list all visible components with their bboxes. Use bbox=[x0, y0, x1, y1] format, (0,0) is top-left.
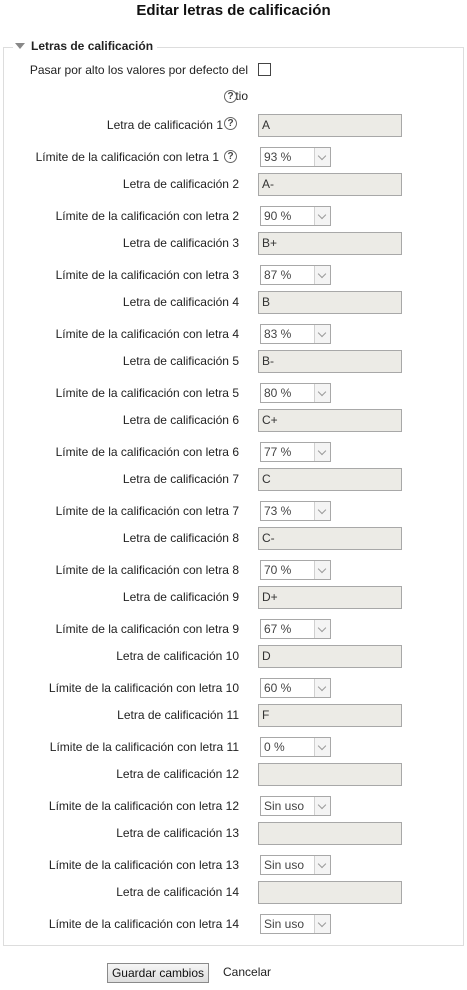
letter-label: Letra de calificación 9 bbox=[122, 590, 239, 604]
boundary-select[interactable]: 90 % bbox=[260, 206, 331, 226]
boundary-select-value: Sin uso bbox=[264, 799, 305, 813]
boundary-select[interactable]: 87 % bbox=[260, 265, 331, 285]
chevron-down-icon[interactable] bbox=[314, 443, 330, 461]
boundary-label: Límite de la calificación con letra 14 bbox=[48, 917, 239, 931]
letter-label: Letra de calificación 2 bbox=[122, 177, 239, 191]
chevron-down-icon[interactable] bbox=[314, 207, 330, 225]
boundary-select[interactable]: 73 % bbox=[260, 501, 331, 521]
letter-input[interactable]: D+ bbox=[258, 586, 402, 609]
boundary-select-value: Sin uso bbox=[264, 858, 305, 872]
boundary-label: Límite de la calificación con letra 8 bbox=[55, 563, 239, 577]
save-changes-button[interactable]: Guardar cambios bbox=[107, 963, 209, 983]
help-icon[interactable]: ? bbox=[224, 90, 237, 103]
help-icon[interactable]: ? bbox=[224, 117, 237, 130]
boundary-select-value: 83 % bbox=[264, 327, 292, 341]
boundary-select-value: 87 % bbox=[264, 268, 292, 282]
chevron-down-icon[interactable] bbox=[314, 384, 330, 402]
boundary-select-value: 93 % bbox=[264, 150, 292, 164]
boundary-select-value: 90 % bbox=[264, 209, 292, 223]
boundary-label: Límite de la calificación con letra 6 bbox=[55, 445, 239, 459]
chevron-down-icon[interactable] bbox=[314, 738, 330, 756]
chevron-down-icon[interactable] bbox=[314, 856, 330, 874]
letter-label: Letra de calificación 10 bbox=[116, 649, 239, 663]
letter-input[interactable]: B- bbox=[258, 350, 402, 373]
boundary-select-value: 60 % bbox=[264, 681, 292, 695]
boundary-select[interactable]: 83 % bbox=[260, 324, 331, 344]
chevron-down-icon[interactable] bbox=[314, 148, 330, 166]
letter-label: Letra de calificación 1 bbox=[106, 118, 223, 132]
letter-input[interactable]: C+ bbox=[258, 409, 402, 432]
boundary-select[interactable]: 67 % bbox=[260, 619, 331, 639]
boundary-label: Límite de la calificación con letra 4 bbox=[55, 327, 239, 341]
boundary-label: Límite de la calificación con letra 1 bbox=[35, 150, 219, 164]
boundary-select[interactable]: 70 % bbox=[260, 560, 331, 580]
boundary-select-value: 80 % bbox=[264, 386, 292, 400]
letter-label: Letra de calificación 7 bbox=[122, 472, 239, 486]
boundary-select-value: 73 % bbox=[264, 504, 292, 518]
chevron-down-icon[interactable] bbox=[314, 797, 330, 815]
letter-label: Letra de calificación 12 bbox=[116, 767, 239, 781]
boundary-label: Límite de la calificación con letra 12 bbox=[48, 799, 239, 813]
letter-input[interactable]: F bbox=[258, 704, 402, 727]
boundary-label: Límite de la calificación con letra 10 bbox=[48, 681, 239, 695]
boundary-label: Límite de la calificación con letra 13 bbox=[48, 858, 239, 872]
letter-input[interactable]: B bbox=[258, 291, 402, 314]
boundary-label: Límite de la calificación con letra 5 bbox=[55, 386, 239, 400]
letter-label: Letra de calificación 8 bbox=[122, 531, 239, 545]
letter-input[interactable]: B+ bbox=[258, 232, 402, 255]
override-label-line1: Pasar por alto los valores por defecto d… bbox=[29, 63, 248, 77]
page-title: Editar letras de calificación bbox=[136, 2, 331, 19]
letter-input[interactable]: C bbox=[258, 468, 402, 491]
letter-input[interactable]: D bbox=[258, 645, 402, 668]
boundary-select[interactable]: 60 % bbox=[260, 678, 331, 698]
letter-label: Letra de calificación 14 bbox=[116, 885, 239, 899]
override-checkbox[interactable] bbox=[258, 63, 271, 76]
letter-input[interactable]: A- bbox=[258, 173, 402, 196]
letter-input[interactable] bbox=[258, 822, 402, 845]
help-icon[interactable]: ? bbox=[224, 150, 237, 163]
chevron-down-icon[interactable] bbox=[314, 620, 330, 638]
letter-label: Letra de calificación 6 bbox=[122, 413, 239, 427]
letter-label: Letra de calificación 5 bbox=[122, 354, 239, 368]
boundary-select[interactable]: Sin uso bbox=[260, 914, 331, 934]
chevron-down-icon[interactable] bbox=[314, 561, 330, 579]
letter-label: Letra de calificación 11 bbox=[117, 708, 239, 722]
boundary-select[interactable]: Sin uso bbox=[260, 796, 331, 816]
boundary-select-value: 70 % bbox=[264, 563, 292, 577]
collapse-triangle-icon[interactable] bbox=[15, 43, 25, 49]
section-legend-label: Letras de calificación bbox=[31, 39, 154, 53]
boundary-select[interactable]: 77 % bbox=[260, 442, 331, 462]
letter-input[interactable]: C- bbox=[258, 527, 402, 550]
letter-input[interactable]: A bbox=[258, 114, 402, 137]
boundary-select-value: 77 % bbox=[264, 445, 292, 459]
boundary-select[interactable]: 80 % bbox=[260, 383, 331, 403]
letter-input[interactable] bbox=[258, 763, 402, 786]
boundary-label: Límite de la calificación con letra 2 bbox=[55, 209, 239, 223]
boundary-select-value: 67 % bbox=[264, 622, 292, 636]
boundary-label: Límite de la calificación con letra 7 bbox=[55, 504, 239, 518]
letter-label: Letra de calificación 13 bbox=[116, 826, 239, 840]
boundary-select[interactable]: 0 % bbox=[260, 737, 331, 757]
chevron-down-icon[interactable] bbox=[314, 266, 330, 284]
boundary-select-value: 0 % bbox=[264, 740, 285, 754]
boundary-select-value: Sin uso bbox=[264, 917, 305, 931]
boundary-select[interactable]: Sin uso bbox=[260, 855, 331, 875]
section-legend[interactable]: Letras de calificación bbox=[13, 39, 158, 53]
letter-input[interactable] bbox=[258, 881, 402, 904]
letter-label: Letra de calificación 4 bbox=[122, 295, 239, 309]
override-label: Pasar por alto los valores por defecto d… bbox=[10, 57, 248, 109]
boundary-label: Límite de la calificación con letra 11 bbox=[49, 740, 239, 754]
chevron-down-icon[interactable] bbox=[314, 679, 330, 697]
boundary-label: Límite de la calificación con letra 9 bbox=[55, 622, 239, 636]
boundary-select[interactable]: 93 % bbox=[260, 147, 331, 167]
letter-label: Letra de calificación 3 bbox=[122, 236, 239, 250]
chevron-down-icon[interactable] bbox=[314, 502, 330, 520]
chevron-down-icon[interactable] bbox=[314, 915, 330, 933]
chevron-down-icon[interactable] bbox=[314, 325, 330, 343]
boundary-label: Límite de la calificación con letra 3 bbox=[55, 268, 239, 282]
cancel-button[interactable]: Cancelar bbox=[223, 965, 271, 979]
